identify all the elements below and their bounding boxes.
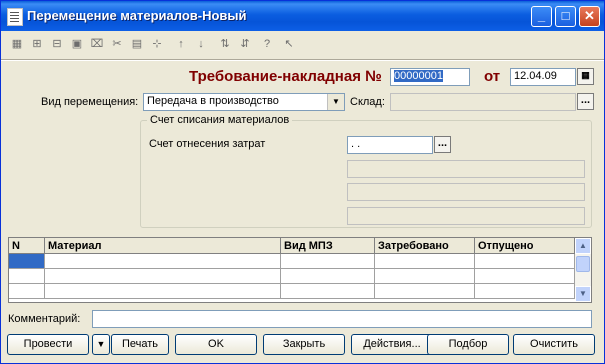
copy-row-icon[interactable]: ⊟: [49, 36, 65, 52]
insert-icon[interactable]: ⊹: [149, 36, 165, 52]
date-field[interactable]: 12.04.09: [510, 68, 576, 86]
table-cell[interactable]: [375, 254, 475, 268]
group-title: Счет списания материалов: [147, 114, 293, 126]
chevron-down-icon[interactable]: ▼: [327, 94, 344, 110]
toolbar-divider: [1, 59, 604, 61]
window-title: Перемещение материалов-Новый: [27, 8, 247, 23]
maximize-button[interactable]: □: [555, 6, 576, 27]
table-row[interactable]: [9, 284, 575, 299]
toolbar: ▦ ⊞ ⊟ ▣ ⌧ ✂ ▤ ⊹ ↑ ↓ ⇅ ⇵? ↖: [3, 34, 603, 56]
table-cell[interactable]: [475, 254, 575, 268]
sort-asc-icon[interactable]: ⇅: [217, 36, 233, 52]
select-button[interactable]: Подбор: [427, 334, 509, 355]
calendar-icon[interactable]: ▦: [577, 68, 594, 85]
document-type-title: Требование-накладная №: [189, 68, 382, 85]
minimize-button[interactable]: _: [531, 6, 552, 27]
column-header-requested[interactable]: Затребовано: [375, 238, 475, 254]
cost-account-label: Счет отнесения затрат: [149, 138, 266, 150]
paste-icon[interactable]: ▤: [129, 36, 145, 52]
print-dropdown-button[interactable]: ▼: [92, 334, 110, 355]
cost-account-field[interactable]: . .: [347, 136, 433, 154]
table-cell[interactable]: [9, 269, 45, 283]
subconto-field-3[interactable]: [347, 207, 585, 225]
scroll-down-icon[interactable]: ▼: [575, 286, 591, 302]
column-header-n[interactable]: N: [9, 238, 45, 254]
help-cursor-icon[interactable]: ↖: [281, 36, 297, 52]
date-label: от: [484, 68, 501, 85]
document-icon: [7, 8, 23, 26]
sort-desc-icon[interactable]: ⇵: [237, 36, 253, 52]
post-button[interactable]: Провести: [7, 334, 89, 355]
table-cell[interactable]: [9, 254, 45, 268]
clear-button[interactable]: Очистить: [513, 334, 595, 355]
table-cell[interactable]: [375, 269, 475, 283]
table-cell[interactable]: [475, 284, 575, 298]
table-icon[interactable]: ▦: [9, 36, 25, 52]
cost-account-select-button[interactable]: ...: [434, 136, 451, 153]
close-button[interactable]: Закрыть: [263, 334, 345, 355]
subconto-field-1[interactable]: [347, 160, 585, 178]
table-cell[interactable]: [281, 254, 375, 268]
document-number-value: 00000001: [394, 70, 443, 82]
column-header-released[interactable]: Отпущено: [475, 238, 575, 254]
edit-row-icon[interactable]: ▣: [69, 36, 85, 52]
add-row-icon[interactable]: ⊞: [29, 36, 45, 52]
table-cell[interactable]: [475, 269, 575, 283]
table-cell[interactable]: [375, 284, 475, 298]
table-scrollbar[interactable]: ▲ ▼: [575, 238, 591, 302]
move-type-select[interactable]: Передача в производство ▼: [143, 93, 345, 111]
move-down-icon[interactable]: ↓: [193, 36, 209, 52]
close-window-button[interactable]: ✕: [579, 6, 600, 27]
table-cell[interactable]: [45, 284, 281, 298]
table-row[interactable]: [9, 269, 575, 284]
column-header-type[interactable]: Вид МПЗ: [281, 238, 375, 254]
table-cell[interactable]: [281, 269, 375, 283]
comment-field[interactable]: [92, 310, 592, 328]
delete-row-icon[interactable]: ⌧: [89, 36, 105, 52]
materials-table[interactable]: N Материал Вид МПЗ Затребовано Отпущено …: [8, 237, 592, 303]
table-row[interactable]: [9, 254, 575, 269]
table-cell[interactable]: [45, 269, 281, 283]
ok-button[interactable]: OK: [175, 334, 257, 355]
warehouse-select-button[interactable]: ...: [577, 93, 594, 110]
table-cell[interactable]: [45, 254, 281, 268]
move-type-value: Передача в производство: [147, 95, 279, 107]
warehouse-label: Склад:: [350, 96, 385, 108]
scroll-up-icon[interactable]: ▲: [575, 238, 591, 254]
move-up-icon[interactable]: ↑: [173, 36, 189, 52]
print-button[interactable]: Печать: [111, 334, 169, 355]
table-cell[interactable]: [281, 284, 375, 298]
column-header-material[interactable]: Материал: [45, 238, 281, 254]
subconto-field-2[interactable]: [347, 183, 585, 201]
help-icon[interactable]: ?: [259, 36, 275, 52]
comment-label: Комментарий:: [8, 313, 81, 325]
warehouse-field[interactable]: [390, 93, 576, 111]
document-window: Перемещение материалов-Новый _ □ ✕ ▦ ⊞ ⊟ ▣ ⌧…: [0, 0, 605, 364]
actions-button[interactable]: Действия...: [351, 334, 433, 355]
document-number-field[interactable]: 00000001: [390, 68, 470, 86]
move-type-label: Вид перемещения:: [41, 96, 139, 108]
scroll-thumb[interactable]: [576, 256, 590, 272]
title-bar[interactable]: Перемещение материалов-Новый _ □ ✕: [1, 1, 604, 31]
table-cell[interactable]: [9, 284, 45, 298]
cut-icon[interactable]: ✂: [109, 36, 125, 52]
